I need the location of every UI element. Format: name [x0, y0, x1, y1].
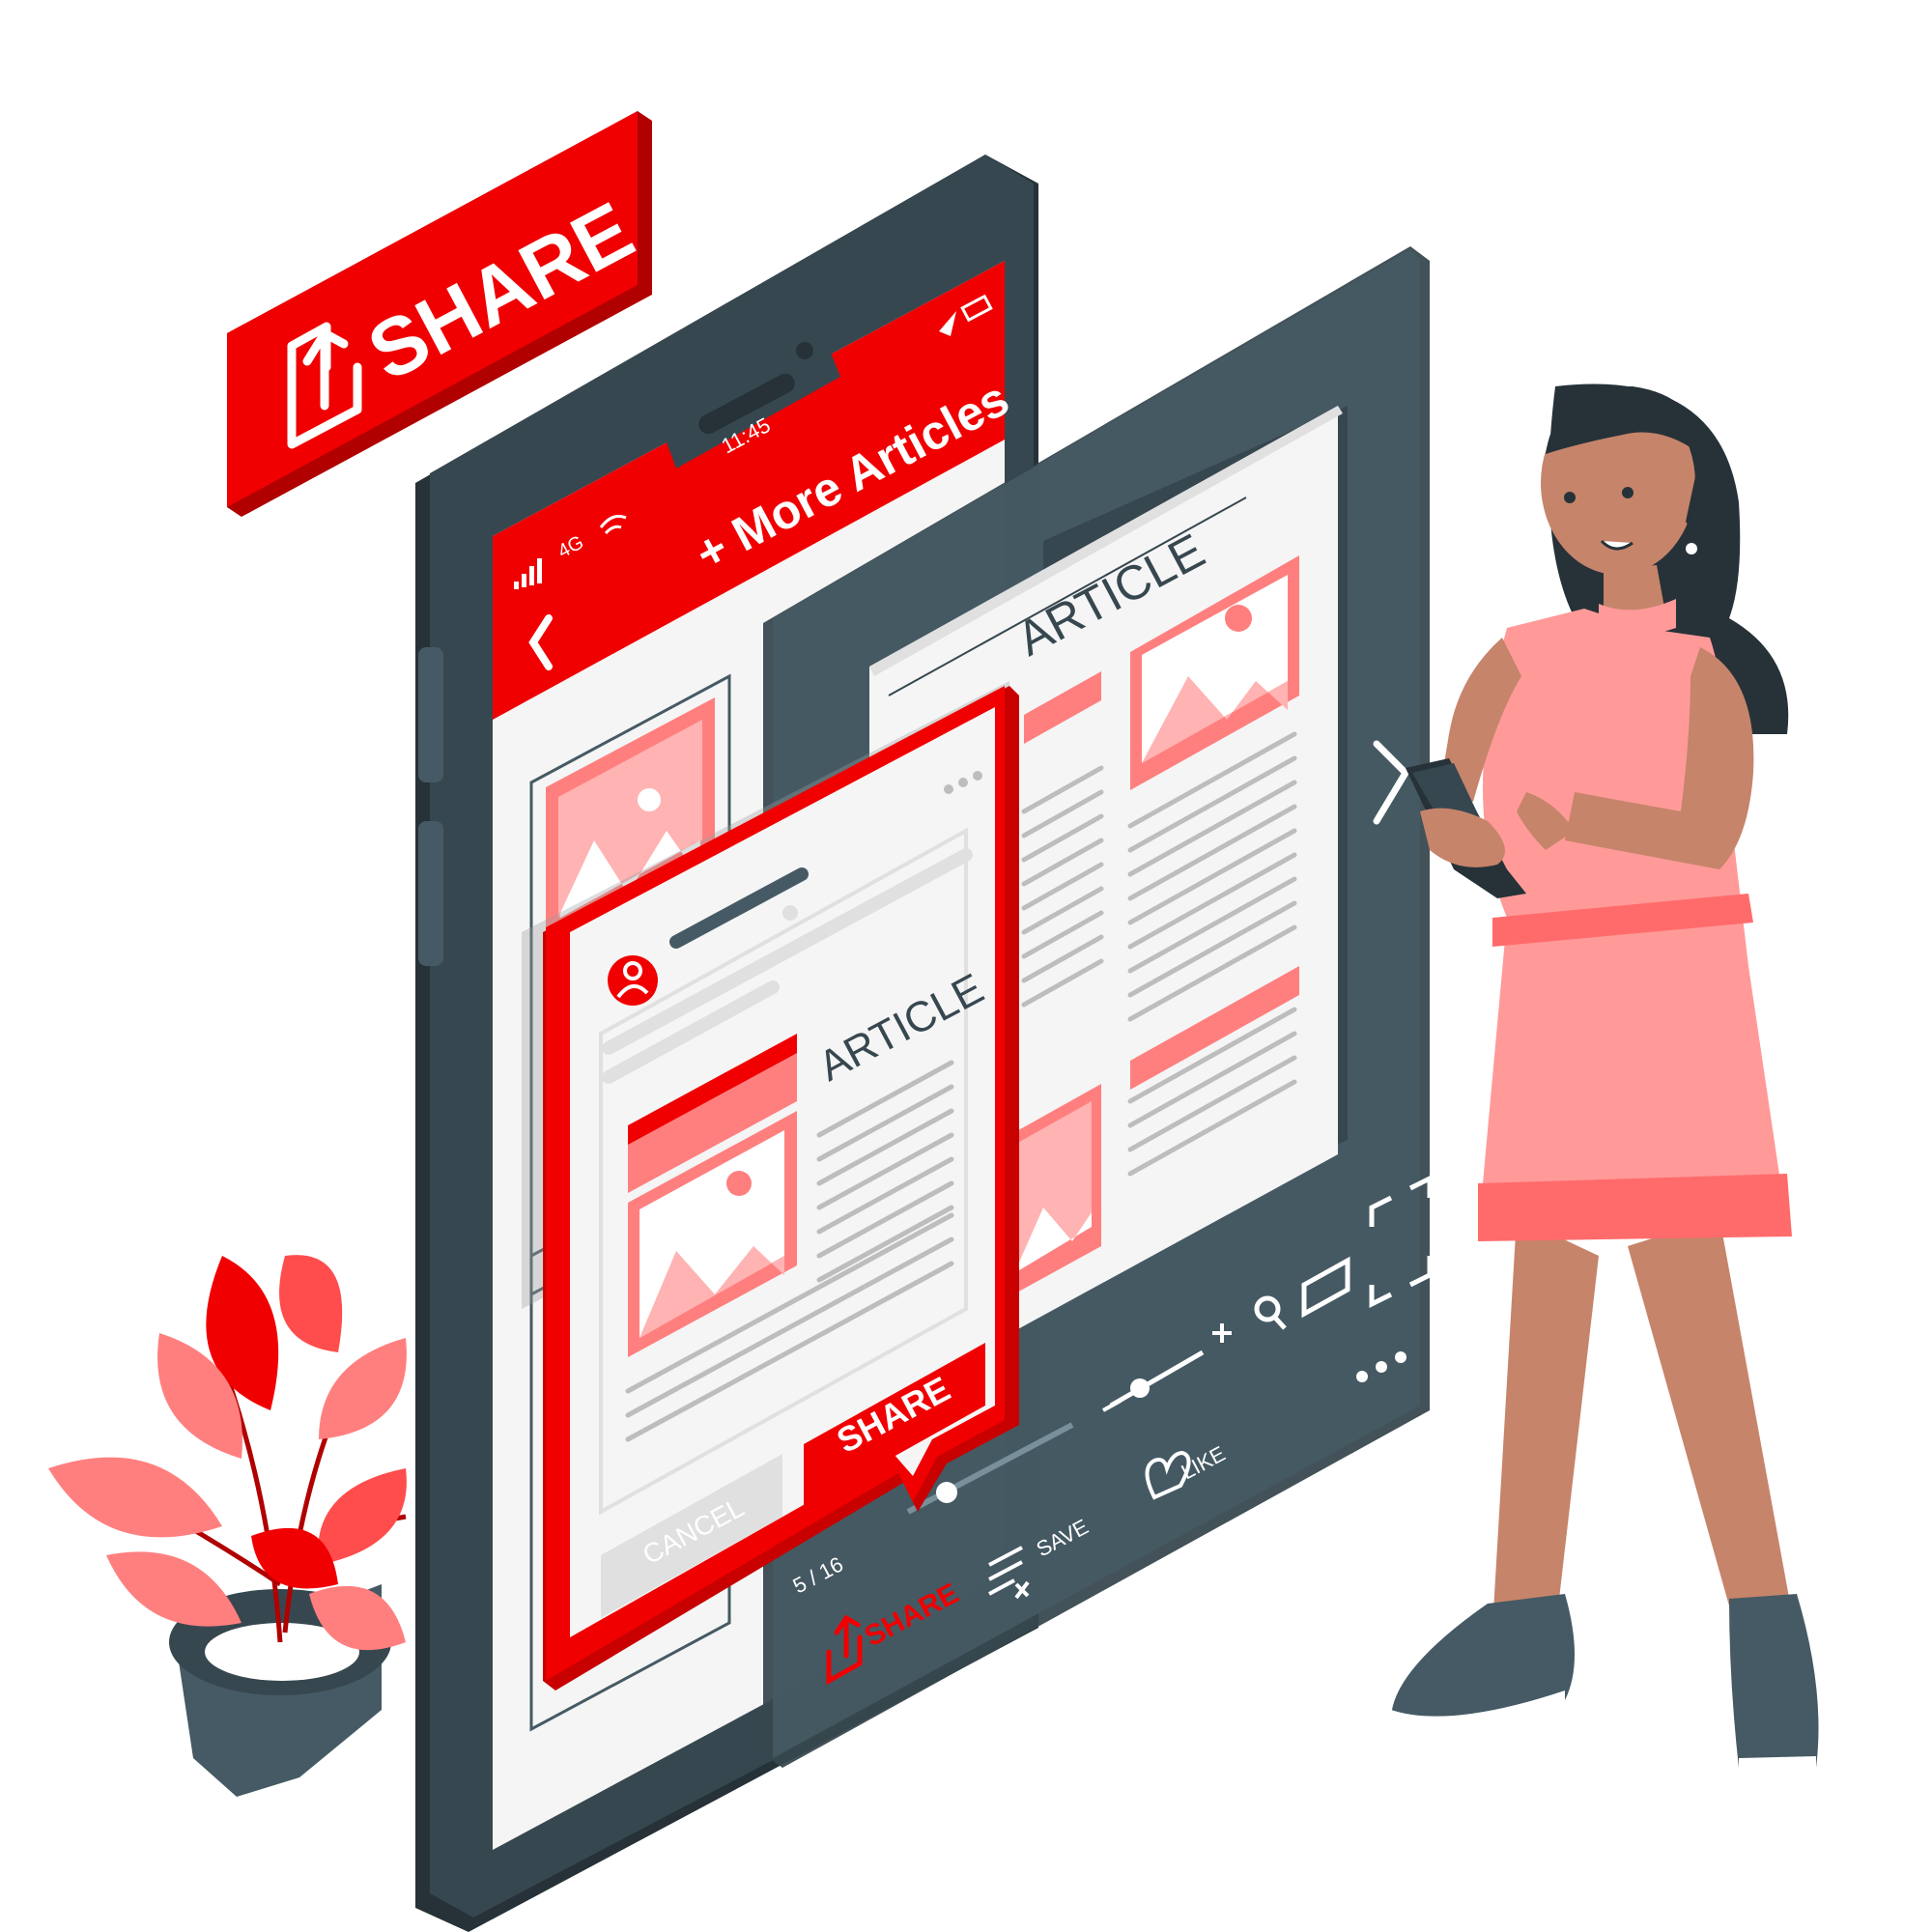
- potted-plant: [48, 1255, 407, 1797]
- author-avatar: [608, 955, 658, 1006]
- phone-volume-button: [418, 647, 443, 782]
- woman-holding-phone: [1391, 384, 1819, 1782]
- phone-power-button: [418, 821, 443, 966]
- woman-eye-left: [1564, 492, 1576, 503]
- woman-eye-right: [1622, 487, 1634, 498]
- share-article-illustration: SHARE 4G 11:45 + More Articles ARTICLE 5…: [48, 111, 1819, 1932]
- zoom-slider-thumb: [1130, 1378, 1150, 1398]
